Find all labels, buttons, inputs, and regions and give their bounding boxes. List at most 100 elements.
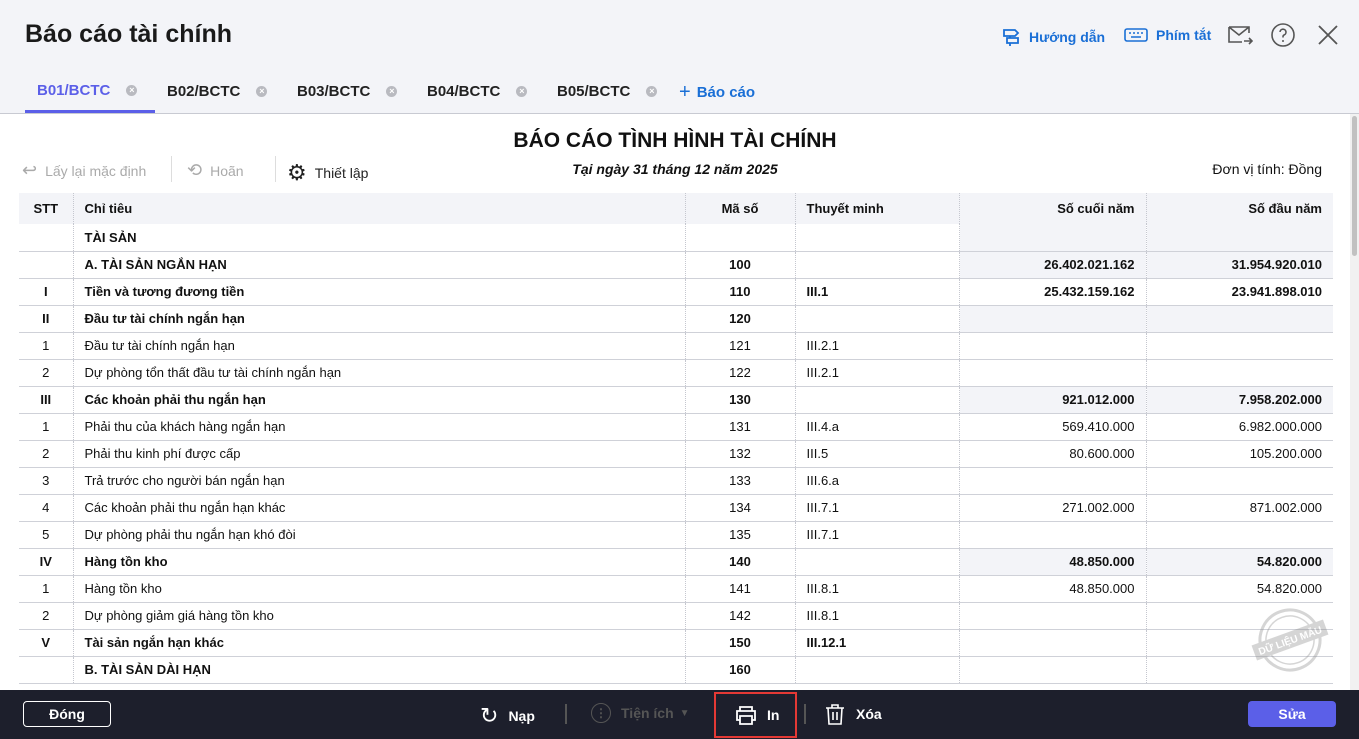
cell-stt: 2 bbox=[19, 440, 73, 468]
table-row[interactable]: III Các khoản phải thu ngắn hạn 130 921.012… bbox=[19, 386, 1333, 414]
table-row[interactable]: V Tài sản ngắn hạn khác 150 III.12.1 bbox=[19, 629, 1333, 657]
cell-note: III.8.1 bbox=[794, 602, 959, 630]
tab-b05[interactable]: B05/BCTC × bbox=[545, 70, 675, 113]
cell-stt: 1 bbox=[19, 413, 73, 441]
shortcuts-link[interactable]: Phím tắt bbox=[1124, 27, 1211, 43]
cell-code bbox=[684, 224, 795, 252]
vertical-scrollbar[interactable] bbox=[1350, 114, 1359, 690]
cell-indicator: Đầu tư tài chính ngắn hạn bbox=[72, 305, 685, 333]
mail-send-icon[interactable] bbox=[1227, 22, 1253, 48]
cell-end-of-year: 569.410.000 bbox=[958, 413, 1146, 441]
add-report-label: Báo cáo bbox=[696, 83, 756, 101]
table-row[interactable]: 1 Phải thu của khách hàng ngắn hạn 131 III.… bbox=[19, 413, 1333, 441]
cell-code: 100 bbox=[684, 251, 795, 279]
table-row[interactable]: 1 Hàng tồn kho 141 III.8.1 48.850.000 54.820.… bbox=[19, 575, 1333, 603]
cell-end-of-year bbox=[958, 521, 1146, 549]
cell-indicator: Tiền và tương đương tiền bbox=[72, 278, 685, 306]
table-row[interactable]: 2 Dự phòng tổn thất đầu tư tài chính ngắn… bbox=[19, 359, 1333, 387]
cell-indicator: Hàng tồn kho bbox=[72, 575, 685, 603]
table-row[interactable]: 2 Dự phòng giảm giá hàng tồn kho 142 III.8.… bbox=[19, 602, 1333, 630]
undo-label: Hoãn bbox=[210, 162, 244, 179]
utilities-dropdown[interactable]: ⋮ Tiện ích ▼ bbox=[591, 703, 690, 723]
cell-stt: 2 bbox=[19, 602, 73, 630]
cell-indicator: Trả trước cho người bán ngắn hạn bbox=[72, 467, 685, 495]
cell-end-of-year bbox=[958, 305, 1146, 333]
table-row[interactable]: 4 Các khoản phải thu ngắn hạn khác 134 III.… bbox=[19, 494, 1333, 522]
close-button[interactable]: Đóng bbox=[23, 701, 111, 727]
tab-b03[interactable]: B03/BCTC × bbox=[285, 70, 415, 113]
close-icon[interactable] bbox=[1315, 22, 1341, 48]
table-row[interactable]: B. TÀI SẢN DÀI HẠN 160 bbox=[19, 656, 1333, 684]
reload-button[interactable]: ↻ Nạp bbox=[480, 703, 535, 729]
cell-note: III.2.1 bbox=[794, 359, 959, 387]
cell-start-of-year bbox=[1145, 305, 1333, 333]
cell-note: III.2.1 bbox=[794, 332, 959, 360]
tab-close-icon[interactable]: × bbox=[126, 84, 138, 96]
shortcuts-label: Phím tắt bbox=[1156, 27, 1212, 43]
reset-default-button[interactable]: ↩ Lấy lại mặc định bbox=[22, 160, 146, 181]
tab-b01[interactable]: B01/BCTC × bbox=[25, 70, 155, 113]
tab-b04[interactable]: B04/BCTC × bbox=[415, 70, 545, 113]
cell-end-of-year: 80.600.000 bbox=[958, 440, 1146, 468]
cell-note bbox=[794, 386, 959, 414]
cell-stt bbox=[19, 224, 73, 252]
cell-stt bbox=[19, 656, 73, 684]
divider bbox=[171, 156, 172, 182]
cell-end-of-year bbox=[958, 332, 1146, 360]
cell-start-of-year bbox=[1145, 224, 1333, 252]
cell-stt: II bbox=[19, 305, 73, 333]
edit-button[interactable]: Sửa bbox=[1248, 701, 1336, 727]
info-icon: ⋮ bbox=[591, 703, 611, 723]
cell-end-of-year: 25.432.159.162 bbox=[958, 278, 1146, 306]
cell-stt: 3 bbox=[19, 467, 73, 495]
table-row[interactable]: II Đầu tư tài chính ngắn hạn 120 bbox=[19, 305, 1333, 333]
print-button[interactable]: In bbox=[714, 692, 797, 738]
delete-button[interactable]: Xóa bbox=[824, 703, 882, 725]
help-icon[interactable] bbox=[1270, 22, 1296, 48]
table-row[interactable]: 1 Đầu tư tài chính ngắn hạn 121 III.2.1 bbox=[19, 332, 1333, 360]
cell-indicator: B. TÀI SẢN DÀI HẠN bbox=[72, 656, 685, 684]
cell-stt bbox=[19, 251, 73, 279]
cell-stt: 1 bbox=[19, 332, 73, 360]
cell-note: III.12.1 bbox=[794, 629, 959, 657]
plus-icon: + bbox=[679, 80, 691, 103]
tab-close-icon[interactable]: × bbox=[516, 86, 528, 97]
table-row[interactable]: TÀI SẢN bbox=[19, 224, 1333, 252]
tab-close-icon[interactable]: × bbox=[256, 86, 268, 97]
cell-indicator: Các khoản phải thu ngắn hạn bbox=[72, 386, 685, 414]
cell-indicator: Tài sản ngắn hạn khác bbox=[72, 629, 685, 657]
table-row[interactable]: I Tiền và tương đương tiền 110 III.1 25.432.… bbox=[19, 278, 1333, 306]
undo-button[interactable]: ⟲ Hoãn bbox=[187, 160, 244, 181]
table-row[interactable]: 5 Dự phòng phải thu ngắn hạn khó đòi 135 II… bbox=[19, 521, 1333, 549]
cell-note: III.7.1 bbox=[794, 494, 959, 522]
tab-b02[interactable]: B02/BCTC × bbox=[155, 70, 285, 113]
footer-bar: Đóng ↻ Nạp ⋮ Tiện ích ▼ In Xóa Sửa bbox=[0, 690, 1359, 739]
page-title: Báo cáo tài chính bbox=[25, 20, 232, 48]
cell-code: 142 bbox=[684, 602, 795, 630]
table-row[interactable]: 2 Phải thu kinh phí được cấp 132 III.5 80.60… bbox=[19, 440, 1333, 468]
report-tabs: B01/BCTC × B02/BCTC × B03/BCTC × B04/BCTC × … bbox=[25, 70, 755, 114]
cell-end-of-year bbox=[958, 359, 1146, 387]
table-row[interactable]: 3 Trả trước cho người bán ngắn hạn 133 III.… bbox=[19, 467, 1333, 495]
add-report-button[interactable]: + Báo cáo bbox=[675, 70, 755, 114]
printer-icon bbox=[736, 706, 756, 725]
divider bbox=[275, 156, 276, 182]
tab-close-icon[interactable]: × bbox=[386, 86, 398, 97]
cell-code: 130 bbox=[684, 386, 795, 414]
cell-start-of-year: 6.982.000.000 bbox=[1145, 413, 1333, 441]
cell-start-of-year bbox=[1145, 332, 1333, 360]
report-title: BÁO CÁO TÌNH HÌNH TÀI CHÍNH bbox=[513, 129, 837, 152]
tab-close-icon[interactable]: × bbox=[646, 86, 658, 97]
cell-end-of-year bbox=[958, 224, 1146, 252]
settings-button[interactable]: ⚙ Thiết lập bbox=[287, 160, 368, 186]
header: Báo cáo tài chính Hướng dẫn Phím tắt B01… bbox=[0, 0, 1359, 114]
scrollbar-thumb[interactable] bbox=[1352, 116, 1357, 256]
cell-note: III.6.a bbox=[794, 467, 959, 495]
cell-note: III.8.1 bbox=[794, 575, 959, 603]
cell-code: 135 bbox=[684, 521, 795, 549]
table-row[interactable]: IV Hàng tồn kho 140 48.850.000 54.820.000 bbox=[19, 548, 1333, 576]
cell-start-of-year bbox=[1145, 467, 1333, 495]
cell-indicator: Phải thu kinh phí được cấp bbox=[72, 440, 685, 468]
table-row[interactable]: A. TÀI SẢN NGẮN HẠN 100 26.402.021.162 31.9… bbox=[19, 251, 1333, 279]
guide-link[interactable]: Hướng dẫn bbox=[1001, 27, 1105, 47]
